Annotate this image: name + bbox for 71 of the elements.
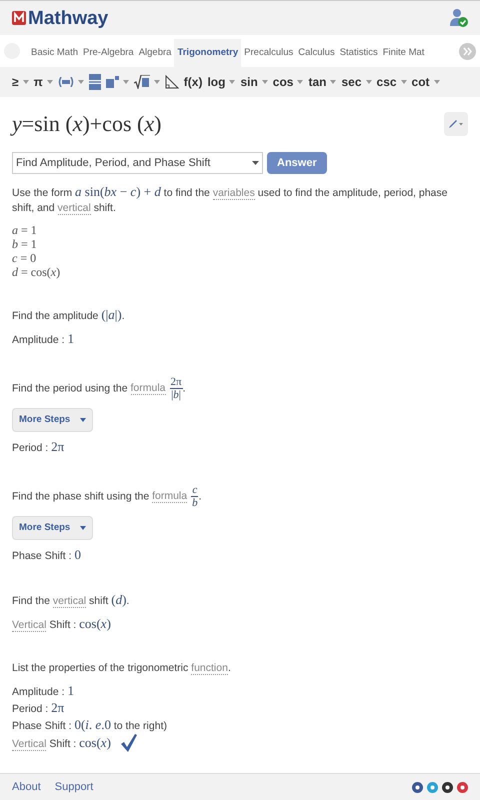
fraction: 2π |b| (170, 376, 183, 401)
toolbar-button[interactable]: sec (341, 73, 372, 91)
property-line: Phase Shift : 0(i. e.0 to the right) (12, 717, 167, 734)
subject-tab[interactable]: Statistics (338, 39, 380, 67)
subject-tab[interactable]: Trigonometry (174, 39, 242, 67)
variable-value: b = 1 (12, 237, 38, 251)
logo[interactable]: Mathway (28, 8, 108, 28)
glossary-link[interactable]: formula (152, 490, 188, 504)
toolbar-button[interactable] (134, 75, 160, 89)
toolbar-button[interactable]: f(x) (184, 73, 202, 91)
glossary-link[interactable]: function (191, 662, 228, 675)
edit-button[interactable] (444, 112, 468, 136)
caret-icon (252, 161, 259, 165)
footer-link[interactable]: About (12, 778, 41, 796)
step-text: Find the amplitude (|a|). (12, 307, 126, 324)
problem-expression: y=sin (x)+cos (x) (12, 110, 162, 138)
more-steps-button[interactable]: More Steps (12, 516, 94, 540)
toolbar-button[interactable]: cos (272, 73, 304, 91)
step-text: Period : 2π (12, 439, 66, 456)
pencil-icon (448, 118, 464, 128)
step-text: Vertical Shift : cos(x) (12, 616, 112, 633)
logo-icon (12, 11, 26, 25)
subject-tab[interactable]: Pre-Algebra (81, 39, 136, 67)
toolbar-button[interactable] (88, 74, 101, 90)
subject-tab[interactable]: Finite Mat (380, 39, 426, 67)
property-line: Vertical Shift : cos(x) (12, 734, 111, 752)
task-select[interactable]: Find Amplitude, Period, and Phase Shift (12, 152, 263, 174)
toolbar-button[interactable]: cot (412, 73, 440, 91)
subject-tab[interactable]: Basic Math (29, 39, 80, 67)
step-text: Amplitude : 1 (12, 331, 75, 348)
subject-tab[interactable]: Calculus (296, 39, 337, 67)
step-text: Phase Shift : 0 (12, 547, 82, 564)
caret-icon (80, 526, 86, 530)
toolbar-button[interactable]: ≥ (12, 73, 29, 91)
property-line: Amplitude : 1 (12, 683, 74, 700)
glossary-link[interactable]: Vertical (12, 738, 46, 750)
subject-tab[interactable]: Algebra (136, 39, 174, 67)
property-line: Period : 2π (12, 700, 64, 717)
variable-value: c = 0 (12, 251, 38, 265)
step-text: Find the vertical shift (d). (12, 592, 130, 609)
glossary-link[interactable]: formula (130, 382, 166, 396)
glossary-link[interactable]: vertical (58, 202, 91, 215)
glossary-link[interactable]: variables (212, 187, 255, 200)
caret-icon (80, 418, 86, 422)
toolbar-button[interactable]: log (207, 73, 236, 91)
fraction: c b (191, 484, 199, 509)
toolbar-button[interactable]: π (34, 73, 53, 91)
triangle-icon (164, 75, 179, 89)
toolbar-button[interactable] (106, 76, 129, 88)
more-steps-button[interactable]: More Steps (12, 408, 94, 432)
toolbar-button[interactable]: sin (240, 73, 268, 91)
variable-value: d = cos(x) (12, 265, 62, 279)
glossary-link[interactable]: Vertical (12, 619, 46, 632)
parentheses-icon (58, 77, 74, 87)
step-text: List the properties of the trigonometric function. (12, 661, 232, 676)
answer-button[interactable]: Answer (267, 152, 327, 174)
toolbar-button[interactable] (58, 77, 84, 87)
toolbar-button[interactable]: csc (376, 73, 407, 91)
social-icon[interactable] (412, 782, 423, 792)
exponent-icon (106, 76, 119, 88)
subject-tab[interactable]: Precalculus (242, 39, 296, 67)
social-icon[interactable] (442, 782, 453, 792)
footer-link[interactable]: Support (54, 778, 94, 796)
toolbar-button[interactable]: tan (308, 73, 336, 91)
step-text: Use the form a sin(bx − c) + d to find the variables used to find the amplitude, period, phase shift, and vertical shift. (12, 184, 448, 216)
variable-value: a = 1 (12, 223, 38, 237)
square-root-icon (134, 75, 150, 89)
toolbar-button[interactable] (164, 75, 179, 89)
glossary-link[interactable]: vertical (52, 595, 86, 608)
user-icon[interactable] (450, 8, 468, 28)
fraction-icon (88, 74, 101, 90)
